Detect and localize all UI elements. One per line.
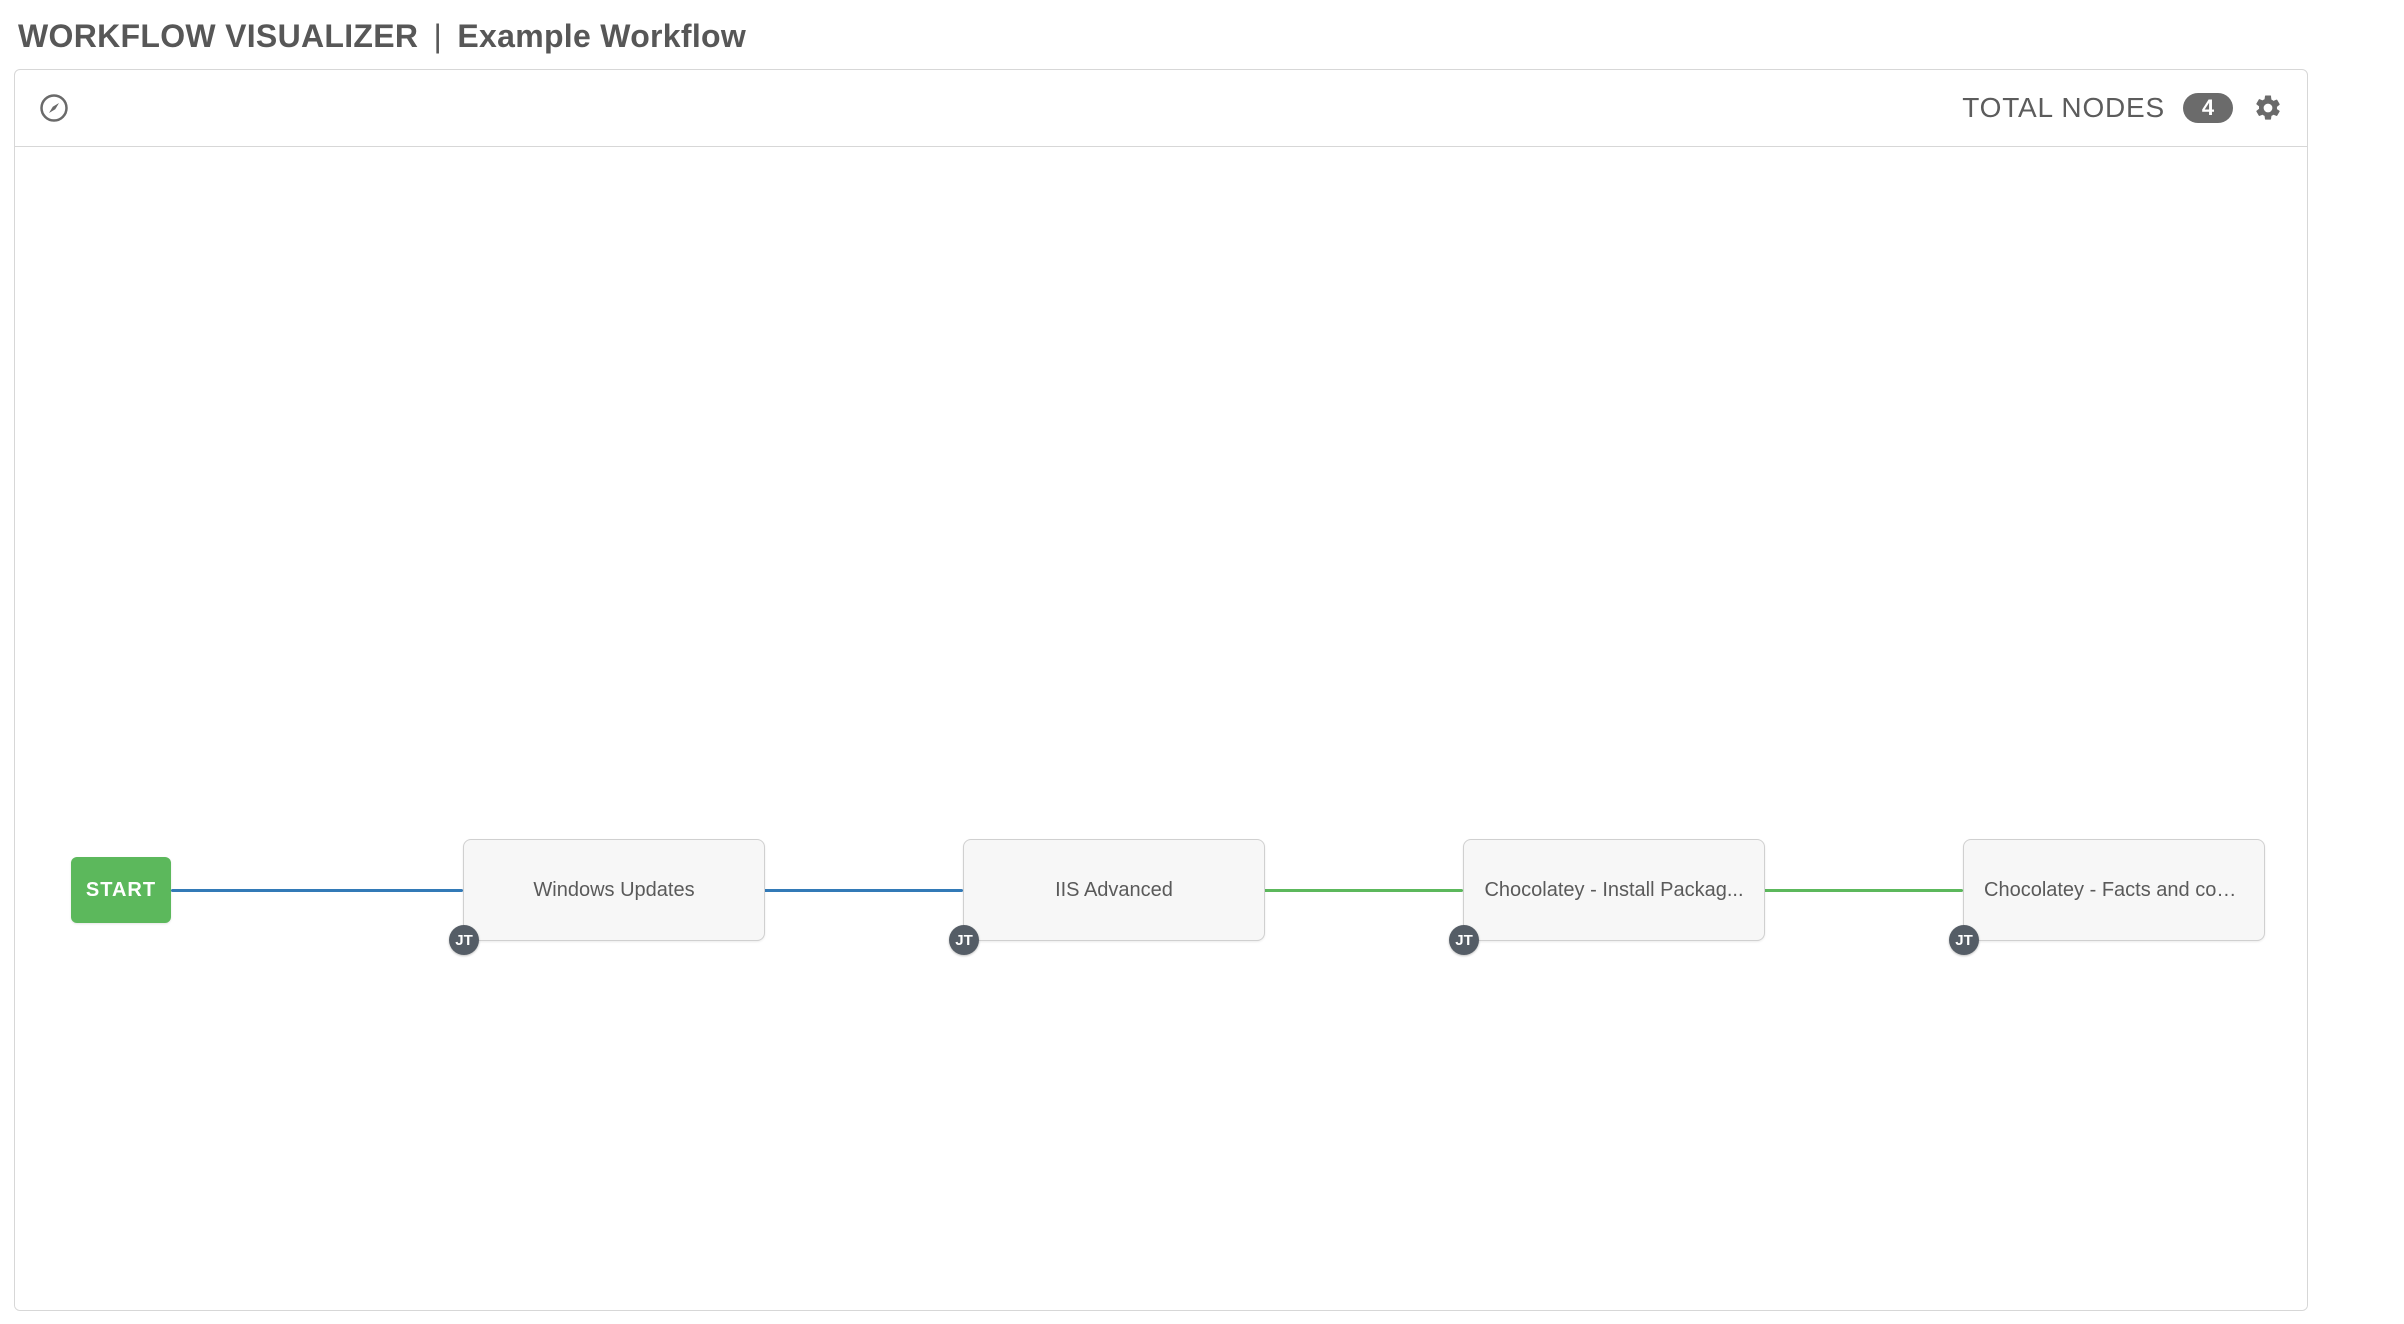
title-prefix: WORKFLOW VISUALIZER [18, 18, 418, 54]
workflow-link [1763, 889, 1963, 892]
page-title: WORKFLOW VISUALIZER | Example Workflow [18, 18, 2386, 55]
workflow-name: Example Workflow [457, 18, 746, 54]
workflow-node-label: Chocolatey - Facts and conf... [1984, 879, 2244, 902]
node-type-badge: JT [449, 925, 479, 955]
node-type-badge: JT [949, 925, 979, 955]
workflow-link [171, 889, 463, 892]
workflow-node-label: Windows Updates [533, 879, 694, 902]
node-type-badge: JT [1449, 925, 1479, 955]
workflow-node[interactable]: Chocolatey - Facts and conf...JT [1963, 839, 2265, 941]
workflow-node-label: IIS Advanced [1055, 879, 1173, 902]
workflow-canvas[interactable]: STARTWindows UpdatesJTIIS AdvancedJTChoc… [15, 147, 2307, 1310]
workflow-link [763, 889, 963, 892]
workflow-node[interactable]: Chocolatey - Install Packag...JT [1463, 839, 1765, 941]
workflow-node[interactable]: IIS AdvancedJT [963, 839, 1265, 941]
workflow-start-label: START [86, 879, 156, 902]
workflow-link [1263, 889, 1463, 892]
visualizer-panel: TOTAL NODES 4 STARTWindows UpdatesJTIIS … [14, 69, 2308, 1311]
total-nodes-count: 4 [2183, 93, 2233, 123]
workflow-node-label: Chocolatey - Install Packag... [1484, 879, 1743, 902]
total-nodes-label: TOTAL NODES [1962, 92, 2165, 124]
workflow-start-node[interactable]: START [71, 857, 171, 923]
compass-icon[interactable] [37, 91, 71, 125]
title-separator: | [428, 18, 449, 54]
node-type-badge: JT [1949, 925, 1979, 955]
gear-icon[interactable] [2251, 91, 2285, 125]
workflow-node[interactable]: Windows UpdatesJT [463, 839, 765, 941]
visualizer-toolbar: TOTAL NODES 4 [15, 70, 2307, 147]
